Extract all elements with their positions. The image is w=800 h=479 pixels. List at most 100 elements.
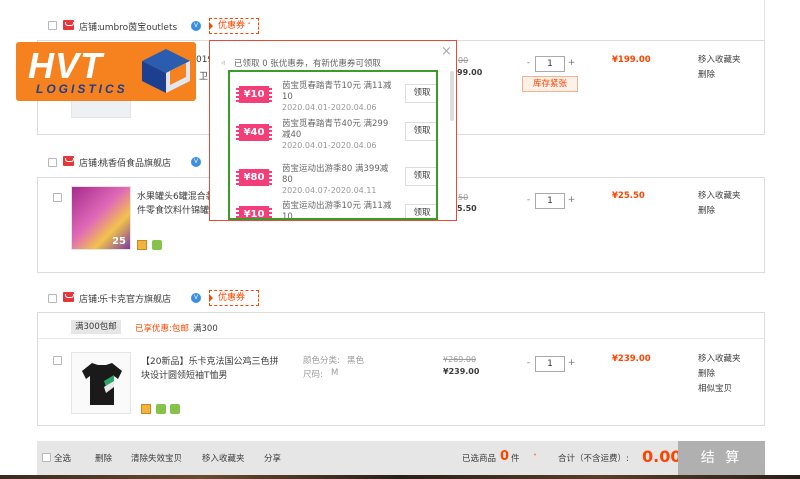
item2-thumb-number: 25 <box>112 236 126 247</box>
item2-qty-minus-button[interactable]: - <box>522 193 535 209</box>
item3-checkbox[interactable] <box>53 356 62 365</box>
item1-title-line2[interactable]: 卫 <box>199 69 208 82</box>
item2-subtotal: ¥25.50 <box>612 191 645 201</box>
shop1-label: 店铺: <box>79 23 101 33</box>
item2-thumbnail[interactable]: 25 <box>71 186 131 250</box>
selected-count: 0 <box>500 449 510 464</box>
bottom-photo-strip <box>0 475 800 479</box>
item2-move-fav-link[interactable]: 移入收藏夹 <box>698 189 741 204</box>
item2-service-icon <box>152 240 162 250</box>
share-link[interactable]: 分享 <box>264 452 281 464</box>
item2-title-line2[interactable]: 件零食饮料什锦罐 <box>137 203 209 216</box>
coupon-title: 茵宝觅春踏青节10元 满11减10 <box>282 81 392 102</box>
claim-coupon-button[interactable]: 领取 <box>405 204 436 218</box>
promo-rule: 满300 <box>193 324 218 334</box>
item3-qty-input[interactable]: 1 <box>535 356 565 372</box>
coupon-value: ¥40 <box>235 124 273 141</box>
coupon-date: 2020.04.01-2020.04.06 <box>282 103 377 112</box>
item3-seven-day-icon <box>156 404 166 414</box>
shop2-store-icon <box>63 156 74 166</box>
selected-unit: 件 <box>511 454 520 464</box>
item2-delete-link[interactable]: 删除 <box>698 204 741 219</box>
close-icon[interactable]: × <box>441 44 452 59</box>
promo-enjoyed: 已享优惠:包邮 <box>135 324 189 334</box>
popup-header: 已领取 0 张优惠券，有新优惠券可领取 <box>234 59 381 69</box>
item1-quantity-stepper[interactable]: - 1 + <box>522 56 578 72</box>
footer-delete-link[interactable]: 删除 <box>95 452 112 464</box>
logo-sub-text: LOGISTICS <box>36 82 128 96</box>
item3-ops: 移入收藏夹 删除 相似宝贝 <box>698 352 741 397</box>
item1-move-fav-link[interactable]: 移入收藏夹 <box>698 53 741 68</box>
coupon-value: ¥10 <box>235 86 273 103</box>
item2-quantity-stepper[interactable]: - 1 + <box>522 193 578 209</box>
shop2-label: 店铺: <box>79 159 101 169</box>
item1-qty-input[interactable]: 1 <box>535 56 565 72</box>
chevron-up-icon: ˄ <box>245 22 251 30</box>
item1-qty-plus-button[interactable]: + <box>565 56 578 72</box>
item3-move-fav-link[interactable]: 移入收藏夹 <box>698 352 741 367</box>
coupon-item: ¥10 茵宝觅春踏青节10元 满11减10 2020.04.01-2020.04… <box>235 79 436 117</box>
coupon-title: 茵宝觅春踏青节40元 满299减40 <box>282 119 389 140</box>
claim-coupon-button[interactable]: 领取 <box>405 84 436 103</box>
item2-old-price: 50 <box>458 193 469 202</box>
settle-button[interactable]: 结 算 <box>678 441 765 475</box>
shop1-coupon-button[interactable]: 优惠券 ˄ <box>209 18 259 34</box>
item3-qty-minus-button[interactable]: - <box>522 356 535 372</box>
shop3-store-icon <box>63 292 74 302</box>
shop1-checkbox[interactable] <box>48 21 57 30</box>
footer-move-fav-link[interactable]: 移入收藏夹 <box>202 452 245 464</box>
item3-quantity-stepper[interactable]: - 1 + <box>522 356 578 372</box>
shop3-name[interactable]: 乐卡克官方旗舰店 <box>99 292 171 305</box>
shop3-vip-badge-icon: V <box>191 293 201 303</box>
item1-delete-link[interactable]: 删除 <box>698 68 741 83</box>
popup-scrollbar[interactable] <box>450 71 454 121</box>
coupon-value: ¥80 <box>235 169 273 186</box>
shop1-name[interactable]: umbro茵宝outlets <box>99 20 177 33</box>
clear-invalid-link[interactable]: 清除失效宝贝 <box>131 452 182 464</box>
promo-tag: 满300包邮 <box>71 320 121 334</box>
item3-qty-plus-button[interactable]: + <box>565 356 578 372</box>
shop3-checkbox[interactable] <box>48 294 57 303</box>
item1-price: 99.00 <box>457 68 483 77</box>
item3-title-line2[interactable]: 块设计圆领短袖T恤男 <box>141 368 228 381</box>
coupon-popup: ◃ 已领取 0 张优惠券，有新优惠券可领取 × ¥10 茵宝觅春踏青节10元 满… <box>209 40 457 221</box>
item2-card-icon <box>137 240 147 250</box>
select-all-label[interactable]: 全选 <box>54 452 71 464</box>
item3-card-icon <box>141 404 151 414</box>
shop2-vip-badge-icon: V <box>191 157 201 167</box>
item3-size-label: 尺码: <box>303 370 323 380</box>
item2-qty-input[interactable]: 1 <box>535 193 565 209</box>
claim-coupon-button[interactable]: 领取 <box>405 167 436 186</box>
item3-old-price: ¥269.00 <box>443 355 477 364</box>
shop1-store-icon <box>63 20 74 30</box>
item1-old-price: 00 <box>458 56 469 65</box>
item2-price: 5.50 <box>457 204 477 213</box>
item3-size-value: M <box>331 368 339 378</box>
shop2-checkbox[interactable] <box>48 158 57 167</box>
claim-coupon-button[interactable]: 领取 <box>405 122 436 141</box>
page-right-border <box>764 0 765 40</box>
item3-title[interactable]: 【20新品】乐卡克法国公鸡三色拼 <box>141 354 278 367</box>
total-label: 合计（不含运费）: <box>558 454 629 464</box>
cart-footer: 全选 删除 清除失效宝贝 移入收藏夹 分享 已选商品 0 件 ˄ 合计（不含运费… <box>37 441 765 475</box>
item3-delete-link[interactable]: 删除 <box>698 367 741 382</box>
item3-thumbnail[interactable] <box>71 352 131 414</box>
item2-title[interactable]: 水果罐头6罐混合装 <box>137 189 215 202</box>
item2-checkbox[interactable] <box>53 193 62 202</box>
coupon-list: ¥10 茵宝觅春踏青节10元 满11减10 2020.04.01-2020.04… <box>228 70 438 220</box>
hvt-logistics-logo: HVT LOGISTICS <box>16 42 196 101</box>
item1-ops: 移入收藏夹 删除 <box>698 53 741 83</box>
shop2-name[interactable]: 桃香佰食品旗舰店 <box>99 156 171 169</box>
shop1-vip-badge-icon: V <box>191 21 201 31</box>
coupon-date: 2020.04.07-2020.04.11 <box>282 186 377 195</box>
shop3-coupon-button[interactable]: 优惠券 <box>209 290 259 306</box>
speaker-icon: ◃ <box>221 58 226 67</box>
coupon-item: ¥40 茵宝觅春踏青节40元 满299减40 2020.04.01-2020.0… <box>235 117 436 155</box>
item1-qty-minus-button[interactable]: - <box>522 56 535 72</box>
item3-similar-link[interactable]: 相似宝贝 <box>698 382 741 397</box>
coupon-value: ¥10 <box>235 206 273 218</box>
item3-service-icon <box>170 404 180 414</box>
select-all-checkbox[interactable] <box>42 453 51 462</box>
item2-qty-plus-button[interactable]: + <box>565 193 578 209</box>
selected-chevron-up-icon[interactable]: ˄ <box>533 453 537 462</box>
